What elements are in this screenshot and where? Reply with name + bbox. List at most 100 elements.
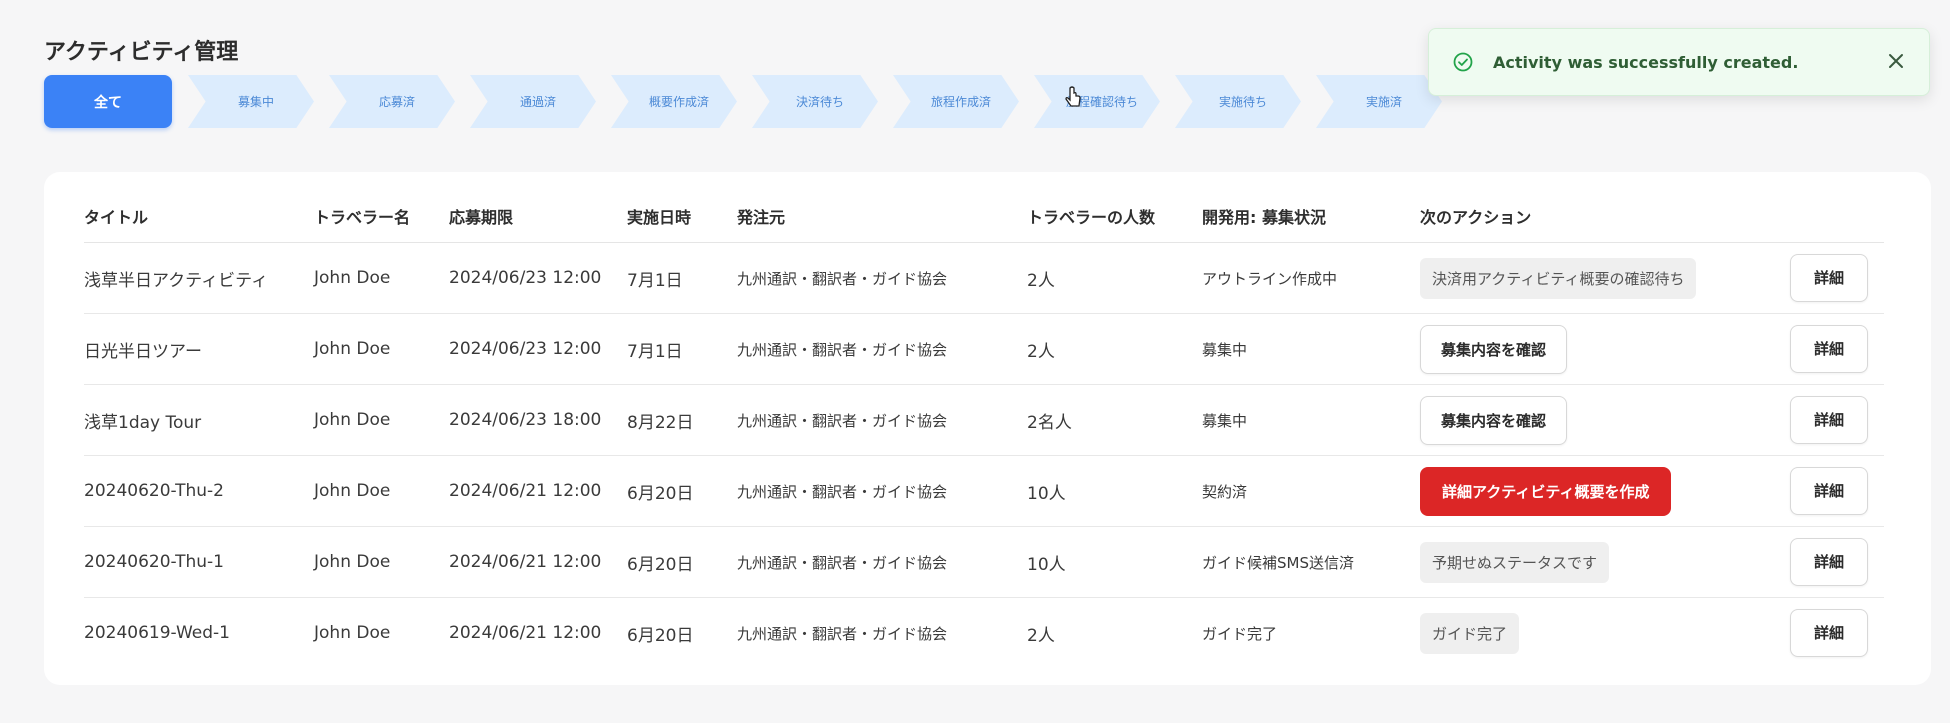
cell-traveler: John Doe [314, 623, 391, 643]
cell-detail: 詳細 [1790, 384, 1884, 456]
review-recruitment-button[interactable]: 募集内容を確認 [1420, 324, 1568, 374]
review-recruitment-button[interactable]: 募集内容を確認 [1420, 395, 1568, 445]
filter-all-button[interactable]: 全て [44, 75, 172, 128]
cell-next-action: 募集内容を確認 [1420, 384, 1790, 456]
detail-button[interactable]: 詳細 [1790, 396, 1868, 444]
cell-status: 契約済 [1202, 455, 1420, 527]
cell-count: 2人 [1027, 242, 1202, 314]
activity-table: タイトル トラベラー名 応募期限 実施日時 発注元 トラベラーの人数 開発用: … [84, 190, 1884, 668]
table-header-row: タイトル トラベラー名 応募期限 実施日時 発注元 トラベラーの人数 開発用: … [84, 190, 1884, 243]
cell-client: 九州通訳・翻訳者・ガイド協会 [737, 242, 1027, 314]
column-header-deadline: 応募期限 [449, 190, 627, 243]
filter-step-passed[interactable]: 通過済 [470, 75, 596, 128]
table-row: 浅草1day Tour John Doe 2024/06/23 18:00 8月… [84, 384, 1884, 456]
filter-step-itinerary-confirm-pending[interactable]: 旅程確認待ち [1034, 75, 1160, 128]
column-header-count: トラベラーの人数 [1027, 190, 1202, 243]
filter-step-executed[interactable]: 実施済 [1316, 75, 1442, 128]
close-icon[interactable] [1885, 50, 1907, 72]
cell-traveler: John Doe [314, 242, 449, 314]
column-header-traveler: トラベラー名 [314, 190, 449, 243]
column-header-date: 実施日時 [627, 190, 737, 243]
cell-traveler: John Doe [314, 526, 449, 598]
cell-client: 九州通訳・翻訳者・ガイド協会 [737, 384, 1027, 456]
detail-button[interactable]: 詳細 [1790, 538, 1868, 586]
cell-traveler: John Doe [314, 384, 449, 456]
table-row: 20240619-Wed-1 John Doe 2024/06/21 12:00… [84, 598, 1884, 669]
filter-step-recruiting[interactable]: 募集中 [188, 75, 314, 128]
table-row: 20240620-Thu-2 John Doe 2024/06/21 12:00… [84, 455, 1884, 527]
next-action-badge: ガイド完了 [1420, 612, 1520, 654]
cell-date: 6月20日 [627, 625, 694, 646]
next-action-badge: 決済用アクティビティ概要の確認待ち [1420, 257, 1697, 299]
column-header-detail [1790, 190, 1884, 243]
detail-button[interactable]: 詳細 [1790, 325, 1868, 373]
cell-title: 20240620-Thu-2 [84, 455, 314, 527]
cell-detail: 詳細 [1790, 526, 1884, 598]
cell-date: 7月1日 [627, 242, 737, 314]
column-header-next-action: 次のアクション [1420, 190, 1790, 243]
cell-detail: 詳細 [1790, 313, 1884, 385]
filter-step-label: 決済待ち [795, 95, 844, 109]
cell-count: 2人 [1027, 625, 1055, 646]
cell-deadline: 2024/06/21 12:00 [449, 526, 627, 598]
cell-status: 募集中 [1202, 384, 1420, 456]
detail-button[interactable]: 詳細 [1790, 609, 1868, 657]
filter-step-label: 実施済 [1365, 95, 1402, 109]
cell-title: 浅草半日アクティビティ [84, 242, 314, 314]
cell-deadline: 2024/06/21 12:00 [449, 455, 627, 527]
cell-count: 10人 [1027, 526, 1202, 598]
filter-step-itinerary-created[interactable]: 旅程作成済 [893, 75, 1019, 128]
cell-detail: 詳細 [1790, 242, 1884, 314]
cell-detail: 詳細 [1790, 455, 1884, 527]
filter-step-label: 旅程作成済 [930, 95, 991, 109]
column-header-status: 開発用: 募集状況 [1202, 190, 1420, 243]
cell-next-action: 決済用アクティビティ概要の確認待ち [1420, 242, 1790, 314]
detail-button[interactable]: 詳細 [1790, 467, 1868, 515]
filter-step-label: 募集中 [237, 95, 274, 109]
cell-status: ガイド候補SMS送信済 [1202, 526, 1420, 598]
cell-date: 6月20日 [627, 526, 737, 598]
table-row: 日光半日ツアー John Doe 2024/06/23 12:00 7月1日 九… [84, 313, 1884, 385]
filter-step-label: 応募済 [378, 95, 415, 109]
toast-message: Activity was successfully created. [1493, 52, 1799, 72]
cell-next-action: ガイド完了 [1420, 598, 1790, 669]
activity-table-card: タイトル トラベラー名 応募期限 実施日時 発注元 トラベラーの人数 開発用: … [44, 172, 1931, 685]
cell-traveler: John Doe [314, 313, 449, 385]
next-action-badge: 予期せぬステータスです [1420, 541, 1610, 583]
cell-date: 7月1日 [627, 313, 737, 385]
cell-count: 10人 [1027, 455, 1202, 527]
cell-next-action: 募集内容を確認 [1420, 313, 1790, 385]
page-title: アクティビティ管理 [44, 40, 239, 65]
cell-deadline: 2024/06/23 12:00 [449, 313, 627, 385]
cell-date: 6月20日 [627, 455, 737, 527]
table-row: 浅草半日アクティビティ John Doe 2024/06/23 12:00 7月… [84, 242, 1884, 314]
check-circle-icon [1453, 52, 1473, 72]
filter-step-label: 概要作成済 [648, 95, 709, 109]
cell-title: 日光半日ツアー [84, 313, 314, 385]
cell-next-action: 詳細アクティビティ概要を作成 [1420, 455, 1790, 527]
cell-title: 20240619-Wed-1 [84, 623, 230, 643]
cell-title: 浅草1day Tour [84, 384, 314, 456]
cell-status: ガイド完了 [1202, 624, 1278, 643]
cell-count: 2人 [1027, 313, 1202, 385]
filter-step-outline-created[interactable]: 概要作成済 [611, 75, 737, 128]
cell-deadline: 2024/06/23 12:00 [449, 242, 627, 314]
cell-client: 九州通訳・翻訳者・ガイド協会 [737, 624, 948, 643]
detail-button[interactable]: 詳細 [1790, 254, 1868, 302]
cell-client: 九州通訳・翻訳者・ガイド協会 [737, 455, 1027, 527]
filter-step-payment-pending[interactable]: 決済待ち [752, 75, 878, 128]
filter-step-applied[interactable]: 応募済 [329, 75, 455, 128]
cell-count: 2名人 [1027, 384, 1202, 456]
cell-client: 九州通訳・翻訳者・ガイド協会 [737, 526, 1027, 598]
cell-status: アウトライン作成中 [1202, 242, 1420, 314]
table-row: 20240620-Thu-1 John Doe 2024/06/21 12:00… [84, 526, 1884, 598]
mouse-pointer-icon [1065, 86, 1081, 107]
create-detail-outline-button[interactable]: 詳細アクティビティ概要を作成 [1420, 466, 1672, 516]
filter-step-execution-pending[interactable]: 実施待ち [1175, 75, 1301, 128]
cell-detail: 詳細 [1790, 598, 1884, 669]
cell-next-action: 予期せぬステータスです [1420, 526, 1790, 598]
cell-title: 20240620-Thu-1 [84, 526, 314, 598]
column-header-client: 発注元 [737, 190, 1027, 243]
cell-client: 九州通訳・翻訳者・ガイド協会 [737, 313, 1027, 385]
cell-traveler: John Doe [314, 455, 449, 527]
